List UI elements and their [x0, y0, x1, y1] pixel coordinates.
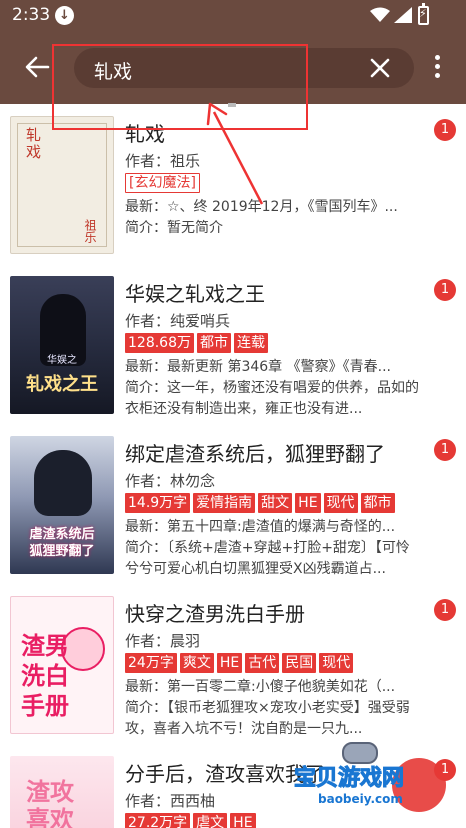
book-tags: 14.9万字 爱情指南 甜文 HE 现代 都市	[125, 492, 398, 513]
list-item[interactable]: 虐渣系统后 狐狸野翻了 绑定虐渣系统后，狐狸野翻了 作者：林勿念 14.9万字 爱情…	[0, 424, 466, 586]
search-app-bar: 轧戏	[0, 32, 466, 104]
back-arrow-icon[interactable]	[22, 52, 52, 82]
tag: 24万字	[125, 653, 177, 673]
book-intro: 简介：这一年，杨蜜还没有唱爱的供养，品如的衣柜还没有制造出来，雍正也没有进...	[125, 380, 419, 417]
latest-chapter: 最新：最新更新 第346章 《警察》《青春...	[125, 359, 391, 375]
list-item[interactable]: 渣攻喜欢 分手后，渣攻喜欢我了 作者：西西柚 27.2万字 虐文 HE 1	[0, 744, 466, 828]
tag: 14.9万字	[125, 493, 191, 513]
book-tags: [玄幻魔法]	[125, 172, 203, 193]
book-cover[interactable]: 华娱之 轧戏之王	[10, 276, 114, 414]
book-cover[interactable]: 虐渣系统后 狐狸野翻了	[10, 436, 114, 574]
tag: [玄幻魔法]	[125, 173, 200, 193]
tag: 都市	[197, 333, 231, 353]
count-badge: 1	[434, 279, 456, 301]
book-tags: 128.68万 都市 连载	[125, 332, 271, 353]
wifi-icon	[370, 7, 390, 22]
book-title[interactable]: 华娱之轧戏之王	[125, 278, 265, 307]
book-intro: 简介：暂无简介	[125, 220, 223, 236]
count-badge: 1	[434, 599, 456, 621]
count-badge: 1	[434, 439, 456, 461]
signal-icon	[394, 7, 412, 23]
book-cover[interactable]: 轧戏 祖乐	[10, 116, 114, 254]
book-tags: 27.2万字 虐文 HE	[125, 812, 259, 828]
list-item[interactable]: 轧戏 祖乐 轧戏 作者：祖乐 [玄幻魔法] 最新：☆、终 2019年12月，《雪…	[0, 104, 466, 266]
book-author: 作者：祖乐	[125, 152, 201, 170]
book-title[interactable]: 绑定虐渣系统后，狐狸野翻了	[125, 438, 385, 467]
book-author: 作者：纯爱哨兵	[125, 312, 231, 330]
book-cover[interactable]: 渣攻喜欢	[10, 756, 114, 828]
tag: HE	[216, 653, 243, 673]
search-input[interactable]: 轧戏	[74, 48, 414, 88]
more-vertical-icon[interactable]	[430, 52, 444, 82]
book-title[interactable]: 分手后，渣攻喜欢我了	[125, 758, 325, 787]
tag: 甜文	[258, 493, 293, 513]
tag: 民国	[282, 653, 317, 673]
tag: 27.2万字	[125, 813, 191, 828]
count-badge: 1	[434, 119, 456, 141]
book-tags: 24万字 爽文 HE 古代 民国 现代	[125, 652, 356, 673]
book-intro: 简介：【银币老狐狸攻×宠攻小老实受】强受弱攻，喜者入坑不亏！沈自酌是一只九...	[125, 700, 410, 737]
latest-chapter: 最新：第五十四章:虐渣值的爆满与奇怪的...	[125, 519, 396, 535]
tag: HE	[295, 493, 321, 513]
tag: 现代	[319, 653, 354, 673]
latest-chapter: 最新：第一百零二章:小傻子他貌美如花（...	[125, 679, 396, 695]
book-cover[interactable]: 渣男洗白手册	[10, 596, 114, 734]
status-bar: 2:33 ↓	[0, 0, 466, 32]
tag: HE	[230, 813, 256, 828]
book-title[interactable]: 轧戏	[125, 118, 165, 147]
book-author: 作者：晨羽	[125, 632, 201, 650]
tag: 爽文	[179, 653, 214, 673]
tag: 128.68万	[125, 333, 194, 353]
tag: 爱情指南	[193, 493, 256, 513]
tag: 现代	[323, 493, 358, 513]
count-badge: 1	[434, 759, 456, 781]
book-author: 作者：西西柚	[125, 792, 216, 810]
search-query-text[interactable]: 轧戏	[94, 57, 132, 84]
book-author: 作者：林勿念	[125, 472, 216, 490]
tag: 虐文	[193, 813, 228, 828]
download-icon: ↓	[55, 6, 74, 25]
list-item[interactable]: 华娱之 轧戏之王 华娱之轧戏之王 作者：纯爱哨兵 128.68万 都市 连载 最新：…	[0, 264, 466, 426]
close-icon[interactable]	[368, 56, 392, 80]
list-item[interactable]: 渣男洗白手册 快穿之渣男洗白手册 作者：晨羽 24万字 爽文 HE 古代 民国 现代 最新…	[0, 584, 466, 746]
tag: 连载	[234, 333, 268, 353]
book-title[interactable]: 快穿之渣男洗白手册	[125, 598, 305, 627]
latest-chapter: 最新：☆、终 2019年12月，《雪国列车》...	[125, 199, 398, 215]
tag: 都市	[360, 493, 395, 513]
book-intro: 简介：〔系统+虐渣+穿越+打脸+甜宠〕【可怜兮兮可爱心机白切黑狐狸受X凶残霸道占…	[125, 540, 410, 577]
battery-charging-icon	[418, 3, 429, 25]
tag: 古代	[245, 653, 280, 673]
status-time: 2:33	[12, 5, 51, 25]
